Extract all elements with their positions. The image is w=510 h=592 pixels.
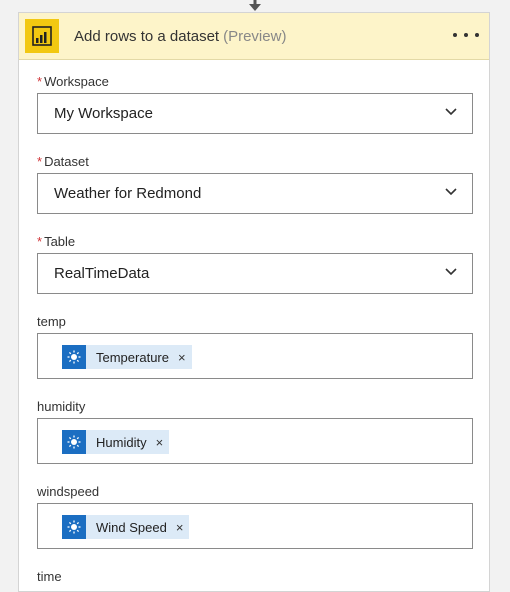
weather-sun-icon (62, 345, 86, 369)
table-value: RealTimeData (54, 265, 150, 282)
token-label: Temperature (96, 349, 169, 365)
card-title-text: Add rows to a dataset (74, 27, 220, 45)
humidity-token[interactable]: Humidity × (62, 430, 170, 454)
power-bi-icon (25, 19, 59, 53)
remove-token-button[interactable]: × (176, 521, 184, 534)
workspace-field: * Workspace My Workspace (37, 73, 473, 134)
preview-tag: (Preview) (223, 27, 287, 45)
temp-field: temp Temperature × (37, 313, 473, 379)
token-label: Humidity (96, 434, 147, 450)
table-label: * Table (37, 233, 473, 251)
required-mark: * (37, 74, 43, 89)
wind-speed-token[interactable]: Wind Speed × (62, 515, 190, 539)
remove-token-button[interactable]: × (178, 351, 186, 364)
workspace-value: My Workspace (54, 105, 153, 122)
chevron-down-icon (445, 188, 457, 196)
card-title: Add rows to a dataset (Preview) (74, 28, 286, 45)
dataset-field: * Dataset Weather for Redmond (37, 153, 473, 214)
dataset-label-text: Dataset (44, 154, 89, 169)
temp-label: temp (37, 314, 66, 329)
connector-arrow-icon (249, 0, 261, 11)
dataset-label: * Dataset (37, 153, 473, 171)
dataset-dropdown[interactable]: Weather for Redmond (37, 173, 473, 214)
weather-sun-icon (62, 430, 86, 454)
chevron-down-icon (445, 268, 457, 276)
temperature-token[interactable]: Temperature × (62, 345, 192, 369)
chevron-down-icon (445, 108, 457, 116)
required-mark: * (37, 154, 43, 169)
temp-input[interactable]: Temperature × (37, 333, 473, 379)
time-field: time (37, 568, 473, 586)
workspace-dropdown[interactable]: My Workspace (37, 93, 473, 134)
humidity-input[interactable]: Humidity × (37, 418, 473, 464)
more-options-icon[interactable] (453, 25, 479, 45)
required-mark: * (37, 234, 43, 249)
workspace-label-text: Workspace (44, 74, 109, 89)
table-label-text: Table (44, 234, 76, 249)
table-dropdown[interactable]: RealTimeData (37, 253, 473, 294)
dataset-value: Weather for Redmond (54, 185, 202, 202)
windspeed-label: windspeed (37, 484, 100, 499)
humidity-field: humidity Humidity × (37, 398, 473, 464)
table-field: * Table RealTimeData (37, 233, 473, 294)
windspeed-field: windspeed Wind Speed × (37, 483, 473, 549)
action-card: Add rows to a dataset (Preview) * Workspac… (18, 12, 490, 592)
weather-sun-icon (62, 515, 86, 539)
humidity-label: humidity (37, 399, 86, 414)
remove-token-button[interactable]: × (156, 436, 164, 449)
time-label: time (37, 569, 62, 584)
card-header[interactable]: Add rows to a dataset (Preview) (19, 13, 489, 60)
token-label: Wind Speed (96, 519, 167, 535)
windspeed-input[interactable]: Wind Speed × (37, 503, 473, 549)
workspace-label: * Workspace (37, 73, 473, 91)
